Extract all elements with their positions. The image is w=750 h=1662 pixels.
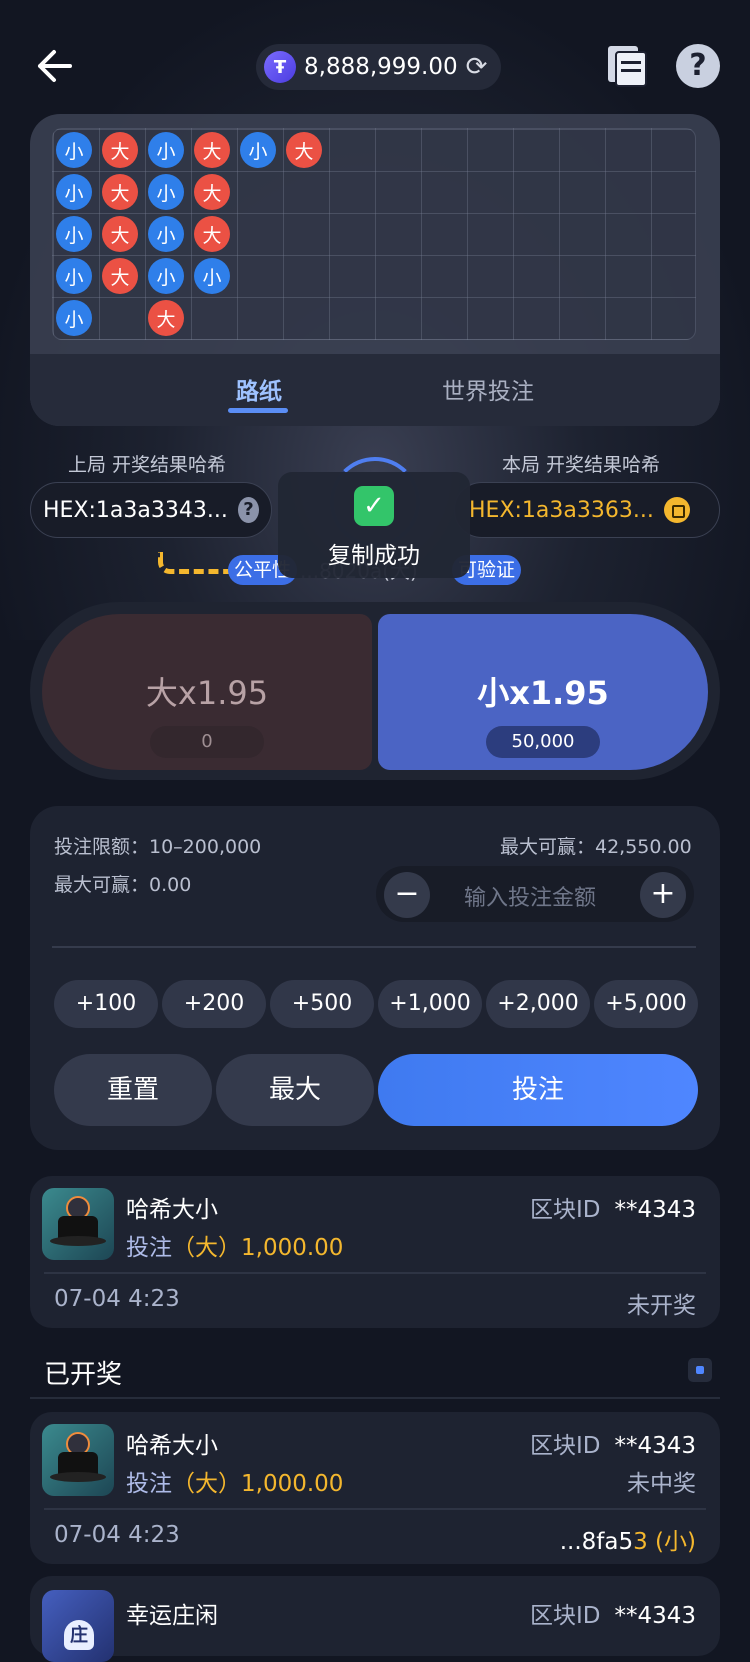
question-icon[interactable]: ? xyxy=(237,497,259,523)
chip-1000[interactable]: +1,000 xyxy=(378,980,482,1028)
bead-small: 小 xyxy=(56,216,92,252)
bet-amount-input[interactable]: − 输入投注金额 + xyxy=(376,866,694,922)
bead-small: 小 xyxy=(56,258,92,294)
chip-5000[interactable]: +5,000 xyxy=(594,980,698,1028)
current-hash-value: HEX:1a3a3363... xyxy=(469,497,654,523)
bet-limit: 投注限额：10–200,000 xyxy=(54,836,262,858)
chip-500[interactable]: +500 xyxy=(270,980,374,1028)
bead-big: 大 xyxy=(194,132,230,168)
coin-icon: Ŧ xyxy=(264,51,296,83)
record-divider xyxy=(44,1508,706,1510)
big-odds-label: 大x1.95 xyxy=(145,674,269,712)
amount-placeholder: 输入投注金额 xyxy=(464,886,597,911)
bead-small: 小 xyxy=(148,258,184,294)
increase-button[interactable]: + xyxy=(640,872,686,918)
balance-pill: Ŧ 8,888,999.00 ⟳ xyxy=(256,44,502,90)
bead-small: 小 xyxy=(148,216,184,252)
record-time: 07-04 4:23 xyxy=(54,1286,180,1312)
divider xyxy=(52,946,696,948)
bead-small: 小 xyxy=(56,174,92,210)
records-document-icon[interactable] xyxy=(606,44,648,88)
chip-2000[interactable]: +2,000 xyxy=(486,980,590,1028)
bead-big: 大 xyxy=(102,216,138,252)
max-button[interactable]: 最大 xyxy=(216,1054,374,1126)
prev-hash-label: 上局 开奖结果哈希 xyxy=(68,454,227,476)
big-bet-amount: 0 xyxy=(150,726,264,758)
chip-100[interactable]: +100 xyxy=(54,980,158,1028)
drawn-section-title: 已开奖 xyxy=(44,1360,123,1390)
tab-roadmap[interactable]: 路纸 xyxy=(236,372,282,406)
bead-big: 大 xyxy=(102,174,138,210)
toast-text: 复制成功 xyxy=(328,543,420,569)
filter-toggle-icon[interactable] xyxy=(688,1358,712,1382)
bead-small: 小 xyxy=(56,300,92,336)
bead-small: 小 xyxy=(148,132,184,168)
bead-big: 大 xyxy=(286,132,322,168)
help-icon[interactable]: ? xyxy=(676,44,720,88)
record-result: ...8fa53 (小) xyxy=(559,1529,696,1555)
bead-small: 小 xyxy=(194,258,230,294)
bead-small: 小 xyxy=(56,132,92,168)
record-bet-line: 投注（大）1,000.00 xyxy=(126,1235,344,1261)
drawn-bet-record[interactable]: 庄 幸运庄闲 区块ID **4343 xyxy=(30,1576,720,1662)
big-bet-button[interactable]: 大x1.95 0 xyxy=(42,614,372,770)
bead-big: 大 xyxy=(194,174,230,210)
reset-button[interactable]: 重置 xyxy=(54,1054,212,1126)
small-bet-amount: 50,000 xyxy=(486,726,600,758)
record-game-title: 哈希大小 xyxy=(126,1197,218,1223)
max-win-right: 最大可赢：42,550.00 xyxy=(500,836,692,858)
current-hash-box[interactable]: HEX:1a3a3363... xyxy=(454,482,720,538)
small-odds-label: 小x1.95 xyxy=(477,674,609,712)
record-block-id: 区块ID **4343 xyxy=(529,1603,696,1629)
section-divider xyxy=(30,1397,720,1399)
copy-icon[interactable] xyxy=(663,497,690,523)
hash-game-icon xyxy=(42,1424,114,1496)
bead-big: 大 xyxy=(148,300,184,336)
max-win-left: 最大可赢：0.00 xyxy=(54,874,192,896)
decrease-button[interactable]: − xyxy=(384,872,430,918)
record-game-title: 幸运庄闲 xyxy=(126,1603,218,1629)
current-hash-label: 本局 开奖结果哈希 xyxy=(502,454,661,476)
record-game-title: 哈希大小 xyxy=(126,1433,218,1459)
record-status: 未开奖 xyxy=(627,1293,696,1319)
record-time: 07-04 4:23 xyxy=(54,1522,180,1548)
record-bet-line: 投注（大）1,000.00 xyxy=(126,1471,344,1497)
roadmap-tabs: 路纸 世界投注 xyxy=(30,354,720,426)
record-block-id: 区块ID **4343 xyxy=(529,1433,696,1459)
bead-big: 大 xyxy=(194,216,230,252)
top-bar: Ŧ 8,888,999.00 ⟳ ? xyxy=(0,40,750,92)
balance-amount: 8,888,999.00 xyxy=(304,54,458,80)
bead-small: 小 xyxy=(148,174,184,210)
bead-big: 大 xyxy=(102,132,138,168)
prev-hash-value: HEX:1a3a3343... xyxy=(43,497,228,523)
refresh-icon[interactable]: ⟳ xyxy=(466,52,488,82)
pending-bet-record[interactable]: 哈希大小 投注（大）1,000.00 区块ID **4343 07-04 4:23… xyxy=(30,1176,720,1328)
bead-small: 小 xyxy=(240,132,276,168)
poker-game-icon: 庄 xyxy=(42,1590,114,1662)
copy-success-toast: ✓ 复制成功 xyxy=(278,472,470,578)
chip-200[interactable]: +200 xyxy=(162,980,266,1028)
dashed-connector xyxy=(158,552,238,574)
tab-world-bets[interactable]: 世界投注 xyxy=(442,372,534,406)
place-bet-button[interactable]: 投注 xyxy=(378,1054,698,1126)
bead-big: 大 xyxy=(102,258,138,294)
check-icon: ✓ xyxy=(354,486,394,526)
back-arrow-icon[interactable] xyxy=(34,48,74,84)
record-block-id: 区块ID **4343 xyxy=(529,1197,696,1223)
prev-hash-box[interactable]: HEX:1a3a3343... ? xyxy=(30,482,272,538)
record-status: 未中奖 xyxy=(627,1471,696,1497)
hash-game-icon xyxy=(42,1188,114,1260)
small-bet-button[interactable]: 小x1.95 50,000 xyxy=(378,614,708,770)
drawn-bet-record[interactable]: 哈希大小 投注（大）1,000.00 区块ID **4343 未中奖 07-04 … xyxy=(30,1412,720,1564)
tab-underline xyxy=(228,408,288,413)
record-divider xyxy=(44,1272,706,1274)
